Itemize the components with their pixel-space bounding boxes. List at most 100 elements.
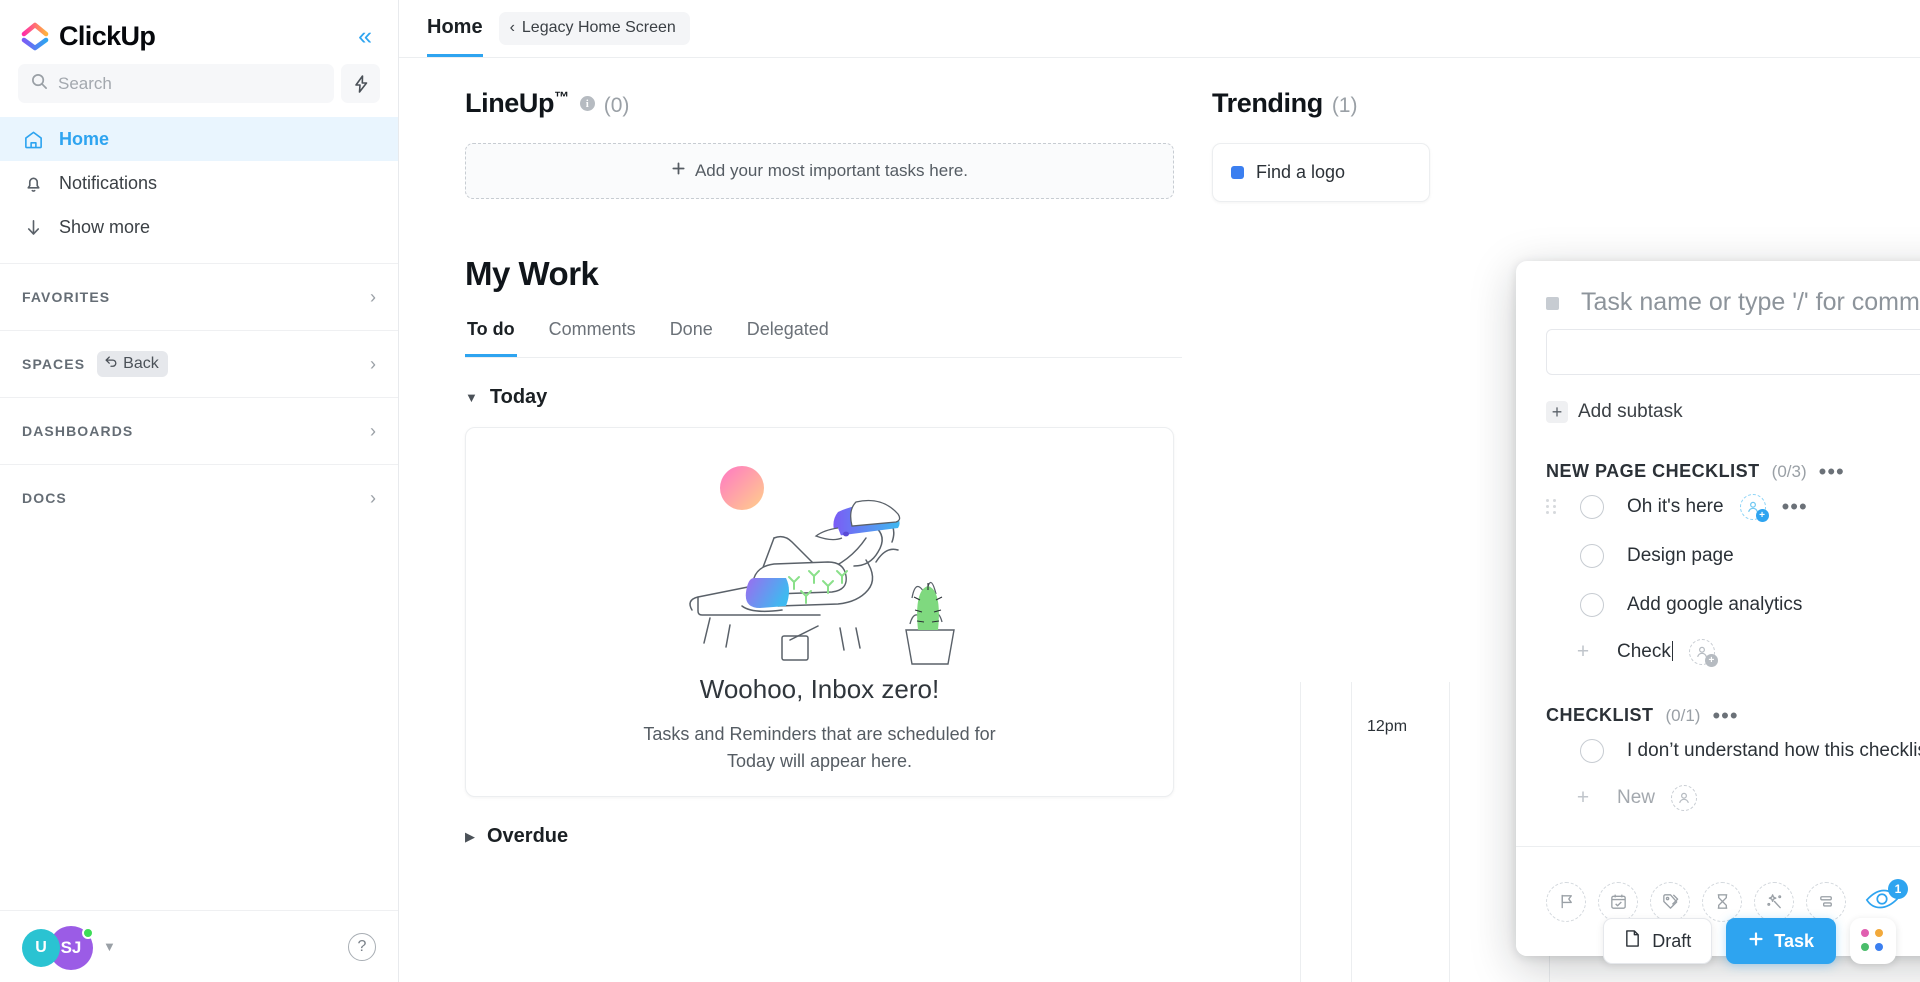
plus-icon bbox=[1748, 931, 1764, 952]
draft-button[interactable]: Draft bbox=[1603, 918, 1713, 964]
info-icon[interactable]: i bbox=[579, 96, 595, 111]
lineup-dropzone[interactable]: Add your most important tasks here. bbox=[465, 143, 1174, 199]
online-status-dot bbox=[82, 926, 94, 939]
task-description-input[interactable] bbox=[1546, 329, 1920, 375]
checklist-menu-icon[interactable]: ••• bbox=[1712, 704, 1738, 726]
legacy-home-label: Legacy Home Screen bbox=[521, 19, 676, 36]
checklist-name: NEW PAGE CHECKLIST bbox=[1546, 461, 1760, 481]
brand[interactable]: ClickUp bbox=[20, 21, 156, 52]
left-column: LineUp™ i (0) Add your most important ta… bbox=[399, 58, 1182, 866]
checklist-item[interactable]: Design page bbox=[1546, 531, 1920, 580]
chevron-right-icon: › bbox=[370, 487, 376, 508]
spaces-back-label: Back bbox=[123, 354, 159, 372]
inbox-zero-illustration bbox=[670, 450, 970, 670]
tab-done[interactable]: Done bbox=[668, 313, 715, 357]
sidebar-item-label: Home bbox=[59, 128, 110, 149]
task-status-square-icon[interactable] bbox=[1546, 297, 1559, 310]
status-color-swatch bbox=[1231, 166, 1244, 179]
help-button[interactable]: ? bbox=[348, 932, 376, 961]
checklist-new-item-row[interactable]: + New bbox=[1546, 775, 1920, 821]
sidebar-section-favorites[interactable]: FAVORITES › bbox=[0, 263, 398, 330]
new-task-button[interactable]: Task bbox=[1726, 918, 1836, 964]
back-arrow-icon bbox=[104, 354, 118, 373]
modal-body: + Add subtask NEW PAGE CHECKLIST (0/3) •… bbox=[1516, 375, 1920, 846]
checklist-menu-icon[interactable]: ••• bbox=[1819, 460, 1845, 482]
assign-user-icon[interactable] bbox=[1671, 785, 1698, 811]
checklist-item-label: Design page bbox=[1627, 544, 1734, 566]
flag-icon[interactable] bbox=[1546, 881, 1586, 922]
sidebar-sections: FAVORITES › SPACES Back › DASHBOARDS › D… bbox=[0, 263, 398, 531]
avatar[interactable]: U bbox=[22, 928, 60, 967]
sidebar-item-show-more[interactable]: Show more bbox=[0, 205, 398, 249]
sidebar-item-notifications[interactable]: Notifications bbox=[0, 161, 398, 205]
drag-handle-icon[interactable] bbox=[1546, 499, 1566, 514]
sidebar-nav: Home Notifications Show more bbox=[0, 113, 398, 249]
legacy-home-screen-button[interactable]: ‹ Legacy Home Screen bbox=[498, 12, 690, 45]
checklist-item-checkbox[interactable] bbox=[1580, 494, 1604, 519]
checklist-item[interactable]: Oh it's here + ••• bbox=[1546, 482, 1920, 531]
plus-icon: + bbox=[1576, 786, 1590, 809]
assign-badge: + bbox=[1704, 654, 1718, 667]
task-name-input[interactable]: Task name or type '/' for commands bbox=[1559, 287, 1920, 317]
eye-watch-icon bbox=[1864, 889, 1900, 917]
group-header-overdue[interactable]: ▶ Overdue bbox=[465, 825, 1182, 848]
avatar-initials: U bbox=[35, 938, 47, 956]
search-row bbox=[0, 60, 398, 113]
sidebar-section-spaces[interactable]: SPACES Back › bbox=[0, 330, 398, 397]
assign-user-icon[interactable]: + bbox=[1688, 639, 1718, 667]
tab-comments[interactable]: Comments bbox=[547, 313, 638, 357]
section-title: FAVORITES bbox=[22, 289, 111, 305]
watch-count-badge: 1 bbox=[1888, 879, 1908, 899]
assign-user-icon[interactable]: + bbox=[1739, 493, 1769, 522]
sidebar-item-home[interactable]: Home bbox=[0, 117, 398, 161]
inbox-zero-card: Woohoo, Inbox zero! Tasks and Reminders … bbox=[465, 427, 1174, 797]
watch-task-button[interactable]: 1 bbox=[1864, 879, 1908, 918]
lineup-dropzone-label: Add your most important tasks here. bbox=[694, 161, 969, 180]
collapse-sidebar-icon[interactable]: « bbox=[352, 22, 378, 51]
tag-icon[interactable] bbox=[1650, 881, 1690, 922]
checklist-item-checkbox[interactable] bbox=[1580, 543, 1604, 568]
quick-action-bolt-icon[interactable] bbox=[341, 64, 380, 103]
section-title: DASHBOARDS bbox=[22, 423, 134, 439]
checklist-item-label: Oh it's here bbox=[1627, 495, 1724, 517]
chevron-down-icon[interactable]: ▼ bbox=[103, 939, 116, 954]
sidebar-section-docs[interactable]: DOCS › bbox=[0, 464, 398, 531]
apps-grid-icon[interactable] bbox=[1850, 918, 1896, 964]
checklist-new-item-row[interactable]: + Check + bbox=[1546, 629, 1920, 675]
checklist-item[interactable]: Add google analytics bbox=[1546, 580, 1920, 629]
spaces-back-button[interactable]: Back bbox=[97, 351, 168, 377]
lineup-count: (0) bbox=[603, 94, 630, 117]
search-input[interactable] bbox=[58, 73, 321, 94]
trending-header: Trending (1) bbox=[1212, 88, 1920, 119]
search-box[interactable] bbox=[18, 64, 334, 103]
sidebar-section-dashboards[interactable]: DASHBOARDS › bbox=[0, 397, 398, 464]
trending-count: (1) bbox=[1331, 94, 1358, 117]
checklist-item-checkbox[interactable] bbox=[1580, 738, 1604, 763]
plus-icon: + bbox=[1576, 640, 1590, 663]
floating-action-bar: Draft Task bbox=[1603, 918, 1896, 964]
avatar-group[interactable]: SJ U ▼ bbox=[22, 925, 116, 970]
chevron-right-icon: › bbox=[370, 420, 376, 441]
checklist-item-checkbox[interactable] bbox=[1580, 592, 1604, 617]
tab-delegated[interactable]: Delegated bbox=[745, 313, 831, 357]
hourglass-icon[interactable] bbox=[1702, 881, 1742, 922]
bell-icon bbox=[22, 173, 44, 194]
checklist-item[interactable]: I don’t understand how this checklist th… bbox=[1546, 726, 1920, 775]
calendar-icon[interactable] bbox=[1598, 881, 1638, 922]
checklist-item-menu-icon[interactable]: ••• bbox=[1782, 495, 1808, 517]
group-header-today[interactable]: ▼ Today bbox=[465, 386, 1182, 409]
trademark-mark: ™ bbox=[554, 89, 569, 106]
checklist-new-item-input[interactable]: Check bbox=[1617, 641, 1673, 663]
tab-to-do[interactable]: To do bbox=[465, 313, 517, 357]
checklist-new-item-input[interactable]: New bbox=[1617, 787, 1655, 809]
arrow-down-icon bbox=[22, 217, 44, 238]
magic-wand-icon[interactable] bbox=[1754, 881, 1794, 922]
lineup-title: LineUp™ bbox=[465, 88, 569, 118]
avatar-initials: SJ bbox=[60, 937, 82, 957]
trending-item-find-a-logo[interactable]: Find a logo bbox=[1212, 143, 1430, 202]
fields-icon[interactable] bbox=[1806, 881, 1846, 922]
tab-home[interactable]: Home bbox=[427, 0, 483, 57]
group-label: Overdue bbox=[487, 825, 569, 847]
topbar: Home ‹ Legacy Home Screen bbox=[399, 0, 1920, 58]
add-subtask-button[interactable]: + Add subtask bbox=[1546, 401, 1920, 423]
